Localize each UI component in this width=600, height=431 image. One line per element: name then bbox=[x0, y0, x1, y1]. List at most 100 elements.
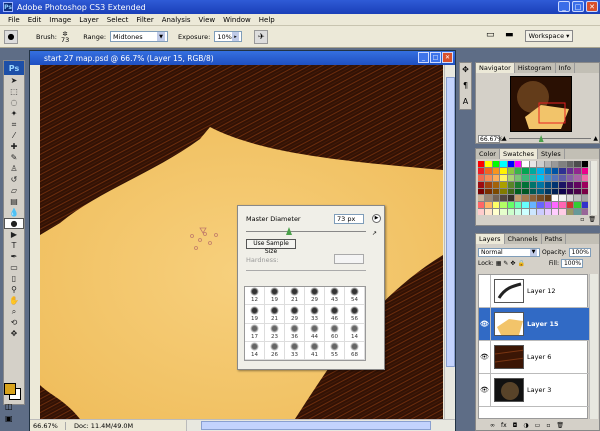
color-swatch[interactable] bbox=[544, 209, 551, 215]
color-swatch[interactable] bbox=[507, 195, 514, 202]
color-swatch[interactable] bbox=[500, 209, 507, 215]
color-swatch[interactable] bbox=[574, 181, 581, 188]
new-group-icon[interactable]: ▭ bbox=[535, 422, 541, 429]
color-swatch[interactable] bbox=[544, 202, 551, 209]
color-swatch[interactable] bbox=[492, 195, 500, 202]
adjustment-layer-icon[interactable]: ◑ bbox=[523, 422, 528, 429]
color-swatch[interactable] bbox=[522, 167, 529, 174]
color-swatch[interactable] bbox=[507, 181, 514, 188]
tool-presets-icon[interactable]: ✥ bbox=[460, 65, 471, 79]
brush-tip-cell[interactable]: 43 bbox=[325, 287, 345, 306]
fill-input[interactable]: 100% bbox=[560, 259, 583, 268]
vertical-scrollbar[interactable] bbox=[444, 65, 455, 419]
color-swatch[interactable] bbox=[537, 188, 544, 195]
color-swatch[interactable] bbox=[537, 174, 544, 181]
color-swatch[interactable] bbox=[537, 202, 544, 209]
color-swatch[interactable] bbox=[515, 202, 522, 209]
brush-tip-cell[interactable]: 56 bbox=[345, 305, 365, 324]
zoom-out-icon[interactable]: ▲ bbox=[502, 135, 507, 142]
3d-rotate-tool-icon[interactable]: ⟲ bbox=[4, 317, 24, 328]
brush-tip-cell[interactable]: 17 bbox=[245, 323, 265, 342]
menu-filter[interactable]: Filter bbox=[132, 16, 157, 24]
brush-tip-cell[interactable]: 14 bbox=[245, 341, 265, 360]
brush-tip-cell[interactable]: 46 bbox=[325, 305, 345, 324]
navigator-thumbnail[interactable] bbox=[510, 76, 572, 132]
navigator-zoom-slider[interactable] bbox=[508, 135, 592, 142]
color-swatch[interactable] bbox=[522, 181, 529, 188]
brush-tip-cell[interactable]: 19 bbox=[265, 287, 285, 306]
palette-well-icon[interactable]: ▬ bbox=[505, 30, 514, 40]
magic-wand-tool-icon[interactable]: ✦ bbox=[4, 108, 24, 119]
color-swatch[interactable] bbox=[478, 209, 485, 215]
color-swatch[interactable] bbox=[544, 161, 551, 167]
color-swatch[interactable] bbox=[529, 181, 537, 188]
color-swatch[interactable] bbox=[500, 181, 507, 188]
lock-pixels-icon[interactable]: ✎ bbox=[503, 260, 508, 267]
eraser-tool-icon[interactable]: ▱ bbox=[4, 185, 24, 196]
color-swatch[interactable] bbox=[485, 195, 492, 202]
blend-mode-select[interactable]: Normal ▼ bbox=[478, 248, 540, 257]
color-swatch[interactable] bbox=[478, 174, 485, 181]
color-swatch[interactable] bbox=[478, 202, 485, 209]
menu-file[interactable]: File bbox=[4, 16, 24, 24]
color-swatch[interactable] bbox=[529, 209, 537, 215]
tab-histogram[interactable]: Histogram bbox=[515, 63, 556, 73]
color-swatch[interactable] bbox=[566, 202, 574, 209]
new-swatch-icon[interactable]: ▫ bbox=[580, 216, 584, 223]
doc-maximize-button[interactable]: □ bbox=[430, 52, 441, 63]
menu-view[interactable]: View bbox=[195, 16, 220, 24]
healing-brush-tool-icon[interactable]: ✚ bbox=[4, 141, 24, 152]
color-swatch[interactable] bbox=[522, 188, 529, 195]
range-select[interactable]: Midtones ▼ bbox=[110, 31, 169, 42]
color-swatch[interactable] bbox=[559, 174, 566, 181]
color-swatch[interactable] bbox=[574, 188, 581, 195]
color-swatch[interactable] bbox=[559, 161, 566, 167]
lock-all-icon[interactable]: 🔒 bbox=[517, 260, 524, 267]
tab-info[interactable]: Info bbox=[556, 63, 575, 73]
color-swatch[interactable] bbox=[492, 174, 500, 181]
brush-tip-cell[interactable]: 21 bbox=[265, 305, 285, 324]
character-icon[interactable]: A bbox=[460, 97, 471, 111]
navigator-zoom-input[interactable]: 66.67% bbox=[478, 134, 503, 143]
color-swatch[interactable] bbox=[492, 161, 500, 167]
tab-channels[interactable]: Channels bbox=[505, 234, 542, 244]
color-swatch[interactable] bbox=[581, 174, 588, 181]
color-swatch[interactable] bbox=[515, 167, 522, 174]
maximize-button[interactable]: □ bbox=[572, 1, 584, 12]
document-title-bar[interactable]: start 27 map.psd @ 66.7% (Layer 15, RGB/… bbox=[30, 51, 455, 65]
clone-stamp-tool-icon[interactable]: ♙ bbox=[4, 163, 24, 174]
color-swatch[interactable] bbox=[485, 181, 492, 188]
brush-tip-cell[interactable]: 26 bbox=[265, 341, 285, 360]
lasso-tool-icon[interactable]: ◌ bbox=[4, 97, 24, 108]
link-layers-icon[interactable]: ∞ bbox=[490, 422, 495, 429]
menu-window[interactable]: Window bbox=[219, 16, 255, 24]
color-swatch[interactable] bbox=[552, 209, 559, 215]
tab-layers[interactable]: Layers bbox=[476, 234, 505, 244]
color-swatch[interactable] bbox=[529, 195, 537, 202]
type-tool-icon[interactable]: T bbox=[4, 240, 24, 251]
color-swatch[interactable] bbox=[500, 161, 507, 167]
color-swatch[interactable] bbox=[478, 195, 485, 202]
color-swatch[interactable] bbox=[537, 181, 544, 188]
color-swatch[interactable] bbox=[552, 174, 559, 181]
brush-tip-cell[interactable]: 54 bbox=[345, 287, 365, 306]
color-swatch[interactable] bbox=[544, 188, 551, 195]
color-swatch[interactable] bbox=[492, 188, 500, 195]
quick-mask-icon[interactable]: ◫ bbox=[5, 402, 13, 411]
color-swatch[interactable] bbox=[544, 174, 551, 181]
layer-style-icon[interactable]: fx bbox=[501, 422, 507, 429]
brush-tip-cell[interactable]: 14 bbox=[345, 323, 365, 342]
pen-tool-icon[interactable]: ✒ bbox=[4, 251, 24, 262]
menu-select[interactable]: Select bbox=[103, 16, 133, 24]
color-swatch[interactable] bbox=[574, 174, 581, 181]
screen-mode-icon[interactable]: ▣ bbox=[5, 414, 13, 423]
crop-tool-icon[interactable]: ⌗ bbox=[4, 119, 24, 130]
hardness-input[interactable] bbox=[334, 254, 364, 264]
color-swatch[interactable] bbox=[566, 209, 574, 215]
color-swatch[interactable] bbox=[544, 181, 551, 188]
color-swatch[interactable] bbox=[566, 167, 574, 174]
shape-tool-icon[interactable]: ▭ bbox=[4, 262, 24, 273]
brush-tip-cell[interactable]: 29 bbox=[305, 287, 325, 306]
document-size-info[interactable]: Doc: 11.4M/49.0M bbox=[66, 422, 186, 430]
brush-tip-cell[interactable]: 68 bbox=[345, 341, 365, 360]
